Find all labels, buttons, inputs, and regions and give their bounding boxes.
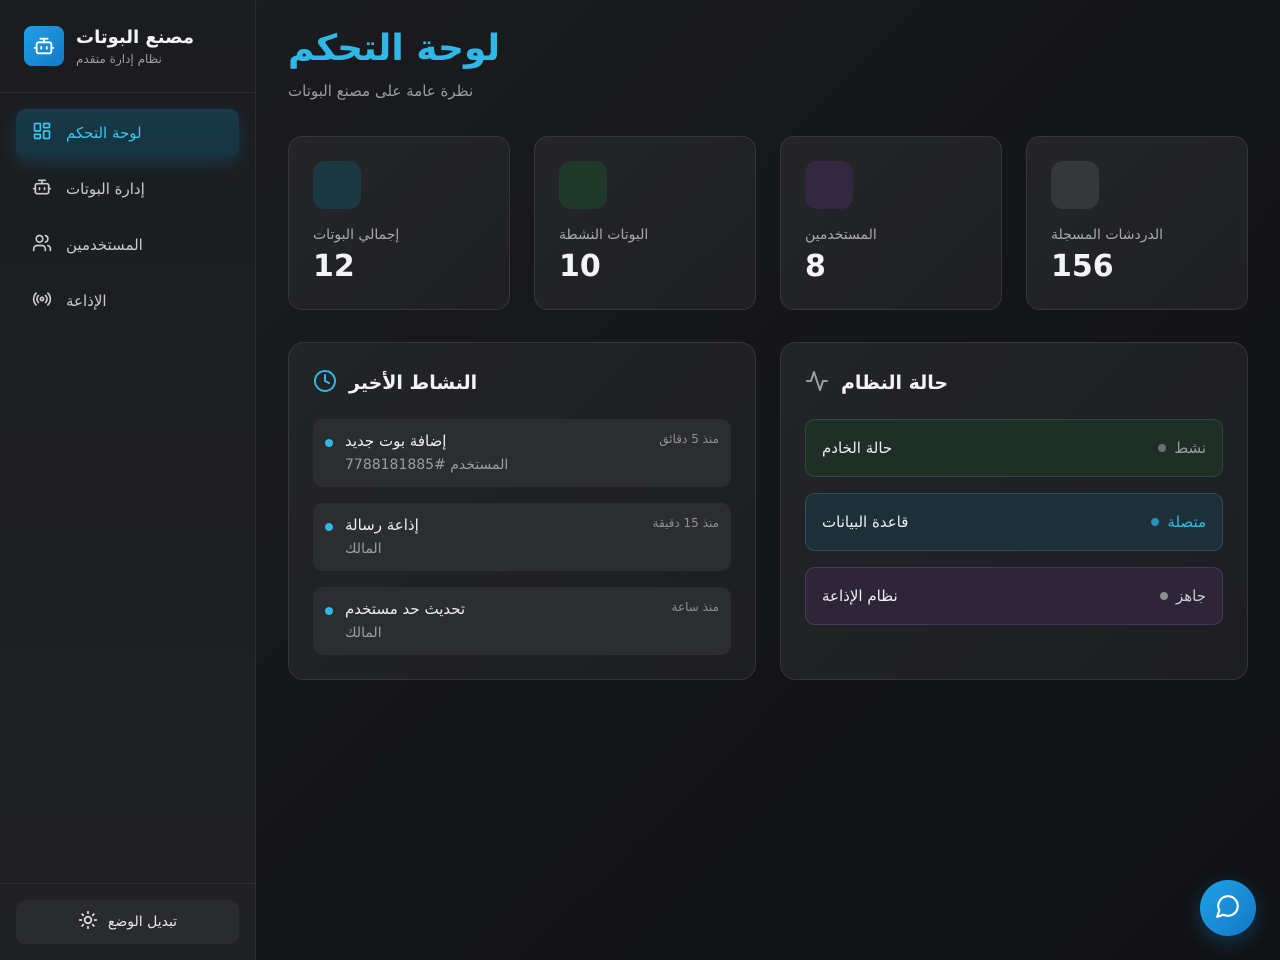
activity-item[interactable]: تحديث حد مستخدم المالك منذ ساعة <box>313 587 731 655</box>
toggle-theme-label: تبديل الوضع <box>107 914 178 930</box>
system-status-title: حالة النظام <box>841 372 949 394</box>
brand-header: مصنع البوتات نظام إدارة متقدم <box>0 0 255 93</box>
status-name: نظام الإذاعة <box>822 587 898 605</box>
status-dot <box>1151 518 1160 526</box>
sidebar-item-label: المستخدمين <box>66 236 143 254</box>
stat-card-users: المستخدمين 8 <box>780 136 1002 310</box>
system-status-header: حالة النظام <box>805 369 948 397</box>
stat-label: البوتات النشطة <box>559 227 649 243</box>
activity-title: إضافة بوت جديد <box>345 432 447 450</box>
active-bots-icon <box>559 161 607 209</box>
status-row-database: قاعدة البيانات متصلة <box>805 493 1223 551</box>
total-bots-icon <box>313 161 361 209</box>
stat-value: 12 <box>313 249 355 284</box>
sun-icon <box>78 910 98 934</box>
sidebar-item-bots[interactable]: إدارة البوتات <box>16 165 239 213</box>
activity-time: منذ 5 دقائق <box>659 432 719 446</box>
stat-label: إجمالي البوتات <box>313 227 400 243</box>
status-name: قاعدة البيانات <box>822 513 909 531</box>
status-state-text: جاهز <box>1175 587 1206 605</box>
activity-dot <box>325 439 333 447</box>
status-badge: نشط <box>1158 439 1206 457</box>
status-badge: متصلة <box>1151 513 1206 531</box>
stat-card-chats: الدردشات المسجلة 156 <box>1026 136 1248 310</box>
activity-subtitle: المستخدم #7788181885 <box>345 457 509 473</box>
activity-time: منذ 15 دقيقة <box>652 516 719 530</box>
recent-activity-header: النشاط الأخير <box>313 369 477 397</box>
activity-title: تحديث حد مستخدم <box>345 600 466 618</box>
chat-button[interactable] <box>1200 880 1256 936</box>
status-name: حالة الخادم <box>822 439 893 457</box>
activity-dot <box>325 607 333 615</box>
activity-dot <box>325 523 333 531</box>
users-icon <box>32 233 52 257</box>
stat-value: 10 <box>559 249 601 284</box>
sidebar-item-users[interactable]: المستخدمين <box>16 221 239 269</box>
page-title: لوحة التحكم <box>288 28 501 69</box>
status-dot <box>1158 444 1167 452</box>
stat-value: 156 <box>1051 249 1114 284</box>
brand-title: مصنع البوتات <box>76 27 194 48</box>
sidebar-item-label: إدارة البوتات <box>66 180 145 198</box>
sidebar-item-label: لوحة التحكم <box>66 124 142 142</box>
status-dot <box>1159 592 1168 600</box>
broadcast-icon <box>32 289 52 313</box>
status-state-text: متصلة <box>1167 513 1206 531</box>
activity-subtitle: المالك <box>345 541 382 557</box>
toggle-theme-button[interactable]: تبديل الوضع <box>16 900 239 944</box>
robot-icon <box>32 177 52 201</box>
activity-item[interactable]: إذاعة رسالة المالك منذ 15 دقيقة <box>313 503 731 571</box>
dashboard-icon <box>32 121 52 145</box>
chats-stat-icon <box>1051 161 1099 209</box>
sidebar: مصنع البوتات نظام إدارة متقدم لوحة التحك… <box>0 0 256 960</box>
status-badge: جاهز <box>1159 587 1206 605</box>
clock-icon <box>313 369 337 397</box>
system-status-panel: حالة النظام حالة الخادم نشط قاعدة البيان… <box>780 342 1248 680</box>
status-row-server: حالة الخادم نشط <box>805 419 1223 477</box>
brand-subtitle: نظام إدارة متقدم <box>76 52 162 66</box>
stat-value: 8 <box>805 249 826 284</box>
recent-activity-title: النشاط الأخير <box>349 372 478 394</box>
robot-icon <box>24 26 64 66</box>
activity-title: إذاعة رسالة <box>345 516 419 534</box>
status-row-broadcast: نظام الإذاعة جاهز <box>805 567 1223 625</box>
activity-time: منذ ساعة <box>671 600 719 614</box>
recent-activity-panel: النشاط الأخير إضافة بوت جديد المستخدم #7… <box>288 342 756 680</box>
activity-item[interactable]: إضافة بوت جديد المستخدم #7788181885 منذ … <box>313 419 731 487</box>
stat-card-total-bots: إجمالي البوتات 12 <box>288 136 510 310</box>
users-stat-icon <box>805 161 853 209</box>
status-state-text: نشط <box>1174 439 1206 457</box>
sidebar-nav: لوحة التحكم إدارة البوتات المستخدمين الإ… <box>16 109 239 333</box>
chat-bubble-icon <box>1215 893 1241 923</box>
sidebar-item-label: الإذاعة <box>66 292 107 310</box>
sidebar-item-broadcast[interactable]: الإذاعة <box>16 277 239 325</box>
sidebar-footer: تبديل الوضع <box>0 883 255 960</box>
activity-subtitle: المالك <box>345 625 382 641</box>
pulse-icon <box>805 369 829 397</box>
stat-card-active-bots: البوتات النشطة 10 <box>534 136 756 310</box>
stat-label: الدردشات المسجلة <box>1051 227 1164 243</box>
sidebar-item-dashboard[interactable]: لوحة التحكم <box>16 109 239 157</box>
page-subtitle: نظرة عامة على مصنع البوتات <box>288 82 474 100</box>
stat-label: المستخدمين <box>805 227 877 243</box>
